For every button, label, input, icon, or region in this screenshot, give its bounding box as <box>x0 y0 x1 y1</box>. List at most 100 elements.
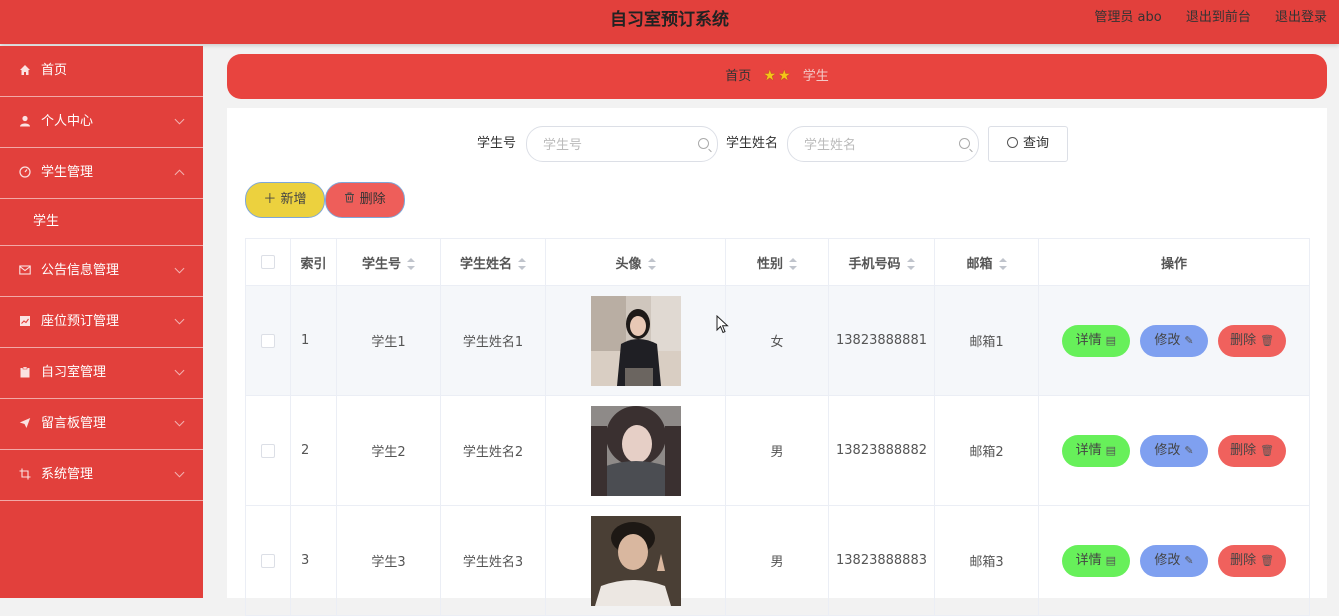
delete-button[interactable]: 删除 🗑 <box>1218 434 1287 467</box>
sort-icon[interactable] <box>906 258 915 270</box>
avatar-cell <box>545 285 726 396</box>
sidebar-item-label: 座位预订管理 <box>41 314 120 329</box>
breadcrumb: 首页 ★ ★ 学生 <box>227 54 1327 99</box>
email-cell: 邮箱1 <box>934 285 1039 396</box>
avatar <box>590 295 681 386</box>
student-name-cell: 学生姓名2 <box>440 395 546 506</box>
breadcrumb-home[interactable]: 首页 <box>725 69 751 84</box>
trash-icon: 🗑 <box>1260 553 1275 567</box>
chevron-down-icon <box>174 467 185 478</box>
pencil-icon: ✎ <box>1184 553 1194 567</box>
clipboard-icon <box>18 365 32 379</box>
student-no-search[interactable] <box>526 126 718 163</box>
avatar-cell <box>545 395 726 506</box>
detail-button[interactable]: 详情 ▤ <box>1061 324 1130 357</box>
chevron-down-icon <box>174 314 185 325</box>
email-cell: 邮箱2 <box>934 395 1039 506</box>
trash-icon <box>344 183 355 217</box>
send-icon <box>18 416 32 430</box>
row-index: 3 <box>290 505 337 616</box>
sidebar-item-label: 学生管理 <box>41 165 94 180</box>
document-icon: ▤ <box>1105 553 1117 567</box>
sidebar-item-label: 公告信息管理 <box>41 263 120 278</box>
admin-user: 管理员 abo <box>1094 10 1162 25</box>
column-header[interactable]: 性别 <box>725 238 829 286</box>
batch-delete-button[interactable]: 删除 <box>325 182 405 218</box>
sort-icon[interactable] <box>647 258 656 270</box>
actions-cell: 详情 ▤ 修改 ✎ 删除 🗑 <box>1038 395 1310 506</box>
sidebar-item-home[interactable]: 首页 <box>0 46 203 97</box>
sort-icon[interactable] <box>407 258 415 270</box>
sort-icon[interactable] <box>518 258 526 270</box>
sort-icon[interactable] <box>789 258 797 270</box>
mouse-cursor-icon <box>716 315 729 334</box>
top-bar: 自习室预订系统 管理员 abo 退出到前台 退出登录 <box>0 0 1339 44</box>
column-header: 索引 <box>290 238 337 286</box>
top-links: 管理员 abo 退出到前台 退出登录 <box>1074 0 1327 36</box>
document-icon: ▤ <box>1105 443 1117 457</box>
column-header[interactable]: 学生姓名 <box>440 238 546 286</box>
sidebar-subitem-student[interactable]: 学生 <box>0 199 203 246</box>
avatar <box>590 515 681 606</box>
students-table: 索引 学生号 学生姓名 头像 性别 手机号码 邮箱 操作 1 学生1 学生姓名1 <box>245 238 1310 616</box>
sidebar-item-study-rooms[interactable]: 自习室管理 <box>0 348 203 399</box>
row-checkbox[interactable] <box>261 553 275 568</box>
sort-icon[interactable] <box>998 258 1007 270</box>
sidebar-item-label: 自习室管理 <box>41 365 107 380</box>
edit-button[interactable]: 修改 ✎ <box>1140 434 1208 467</box>
logout-link[interactable]: 退出登录 <box>1275 10 1327 25</box>
query-button[interactable]: 查询 <box>988 126 1068 162</box>
column-header[interactable]: 邮箱 <box>934 238 1039 286</box>
sidebar-item-label: 留言板管理 <box>41 416 107 431</box>
delete-label: 删除 <box>359 192 386 207</box>
sidebar-item-students[interactable]: 学生管理 <box>0 148 203 199</box>
to-front-link[interactable]: 退出到前台 <box>1186 10 1251 25</box>
student-name-input[interactable] <box>802 127 946 163</box>
avatar <box>590 405 681 496</box>
detail-button[interactable]: 详情 ▤ <box>1061 544 1130 577</box>
sidebar-item-label: 个人中心 <box>41 114 94 129</box>
sidebar-item-label: 首页 <box>41 63 68 78</box>
student-no-label: 学生号 <box>477 136 517 151</box>
search-icon <box>1006 137 1018 148</box>
search-icon <box>698 138 709 149</box>
sidebar-item-system[interactable]: 系统管理 <box>0 450 203 501</box>
breadcrumb-current: 学生 <box>802 69 829 84</box>
student-name-search[interactable] <box>787 126 979 163</box>
sidebar-item-seat-booking[interactable]: 座位预订管理 <box>0 297 203 348</box>
chevron-down-icon <box>174 263 185 274</box>
star-icon: ★ <box>763 68 776 84</box>
gender-cell: 女 <box>725 285 829 396</box>
star-icon: ★ <box>778 68 791 84</box>
select-all-checkbox[interactable] <box>261 255 275 269</box>
column-header[interactable]: 学生号 <box>336 238 441 286</box>
delete-button[interactable]: 删除 🗑 <box>1218 544 1287 577</box>
edit-button[interactable]: 修改 ✎ <box>1140 544 1208 577</box>
student-no-input[interactable] <box>541 127 685 163</box>
document-icon: ▤ <box>1105 333 1117 347</box>
row-checkbox[interactable] <box>261 443 275 458</box>
query-label: 查询 <box>1022 136 1049 151</box>
delete-button[interactable]: 删除 🗑 <box>1218 324 1287 357</box>
student-no-cell: 学生1 <box>336 285 441 396</box>
student-name-cell: 学生姓名1 <box>440 285 546 396</box>
gender-cell: 男 <box>725 395 829 506</box>
table-header-row: 索引 学生号 学生姓名 头像 性别 手机号码 邮箱 操作 <box>245 238 1310 286</box>
sidebar-item-notices[interactable]: 公告信息管理 <box>0 246 203 297</box>
column-header[interactable]: 手机号码 <box>828 238 935 286</box>
crop-icon <box>18 467 32 481</box>
detail-button[interactable]: 详情 ▤ <box>1061 434 1130 467</box>
student-name-cell: 学生姓名3 <box>440 505 546 616</box>
add-button[interactable]: ＋ 新增 <box>245 182 325 218</box>
mail-icon <box>18 263 32 277</box>
table-row: 2 学生2 学生姓名2 男 13823888882 邮箱2 详情 ▤ 修改 ✎ 删除… <box>245 395 1310 506</box>
column-header[interactable]: 头像 <box>545 238 726 286</box>
sidebar-item-profile[interactable]: 个人中心 <box>0 97 203 148</box>
table-row: 3 学生3 学生姓名3 男 13823888883 邮箱3 详情 ▤ 修改 ✎ 删除… <box>245 505 1310 616</box>
select-all-cell <box>245 238 291 286</box>
edit-button[interactable]: 修改 ✎ <box>1140 324 1208 357</box>
phone-cell: 13823888882 <box>828 395 935 506</box>
sidebar-item-message-board[interactable]: 留言板管理 <box>0 399 203 450</box>
actions-cell: 详情 ▤ 修改 ✎ 删除 🗑 <box>1038 285 1310 396</box>
row-checkbox[interactable] <box>261 333 275 348</box>
